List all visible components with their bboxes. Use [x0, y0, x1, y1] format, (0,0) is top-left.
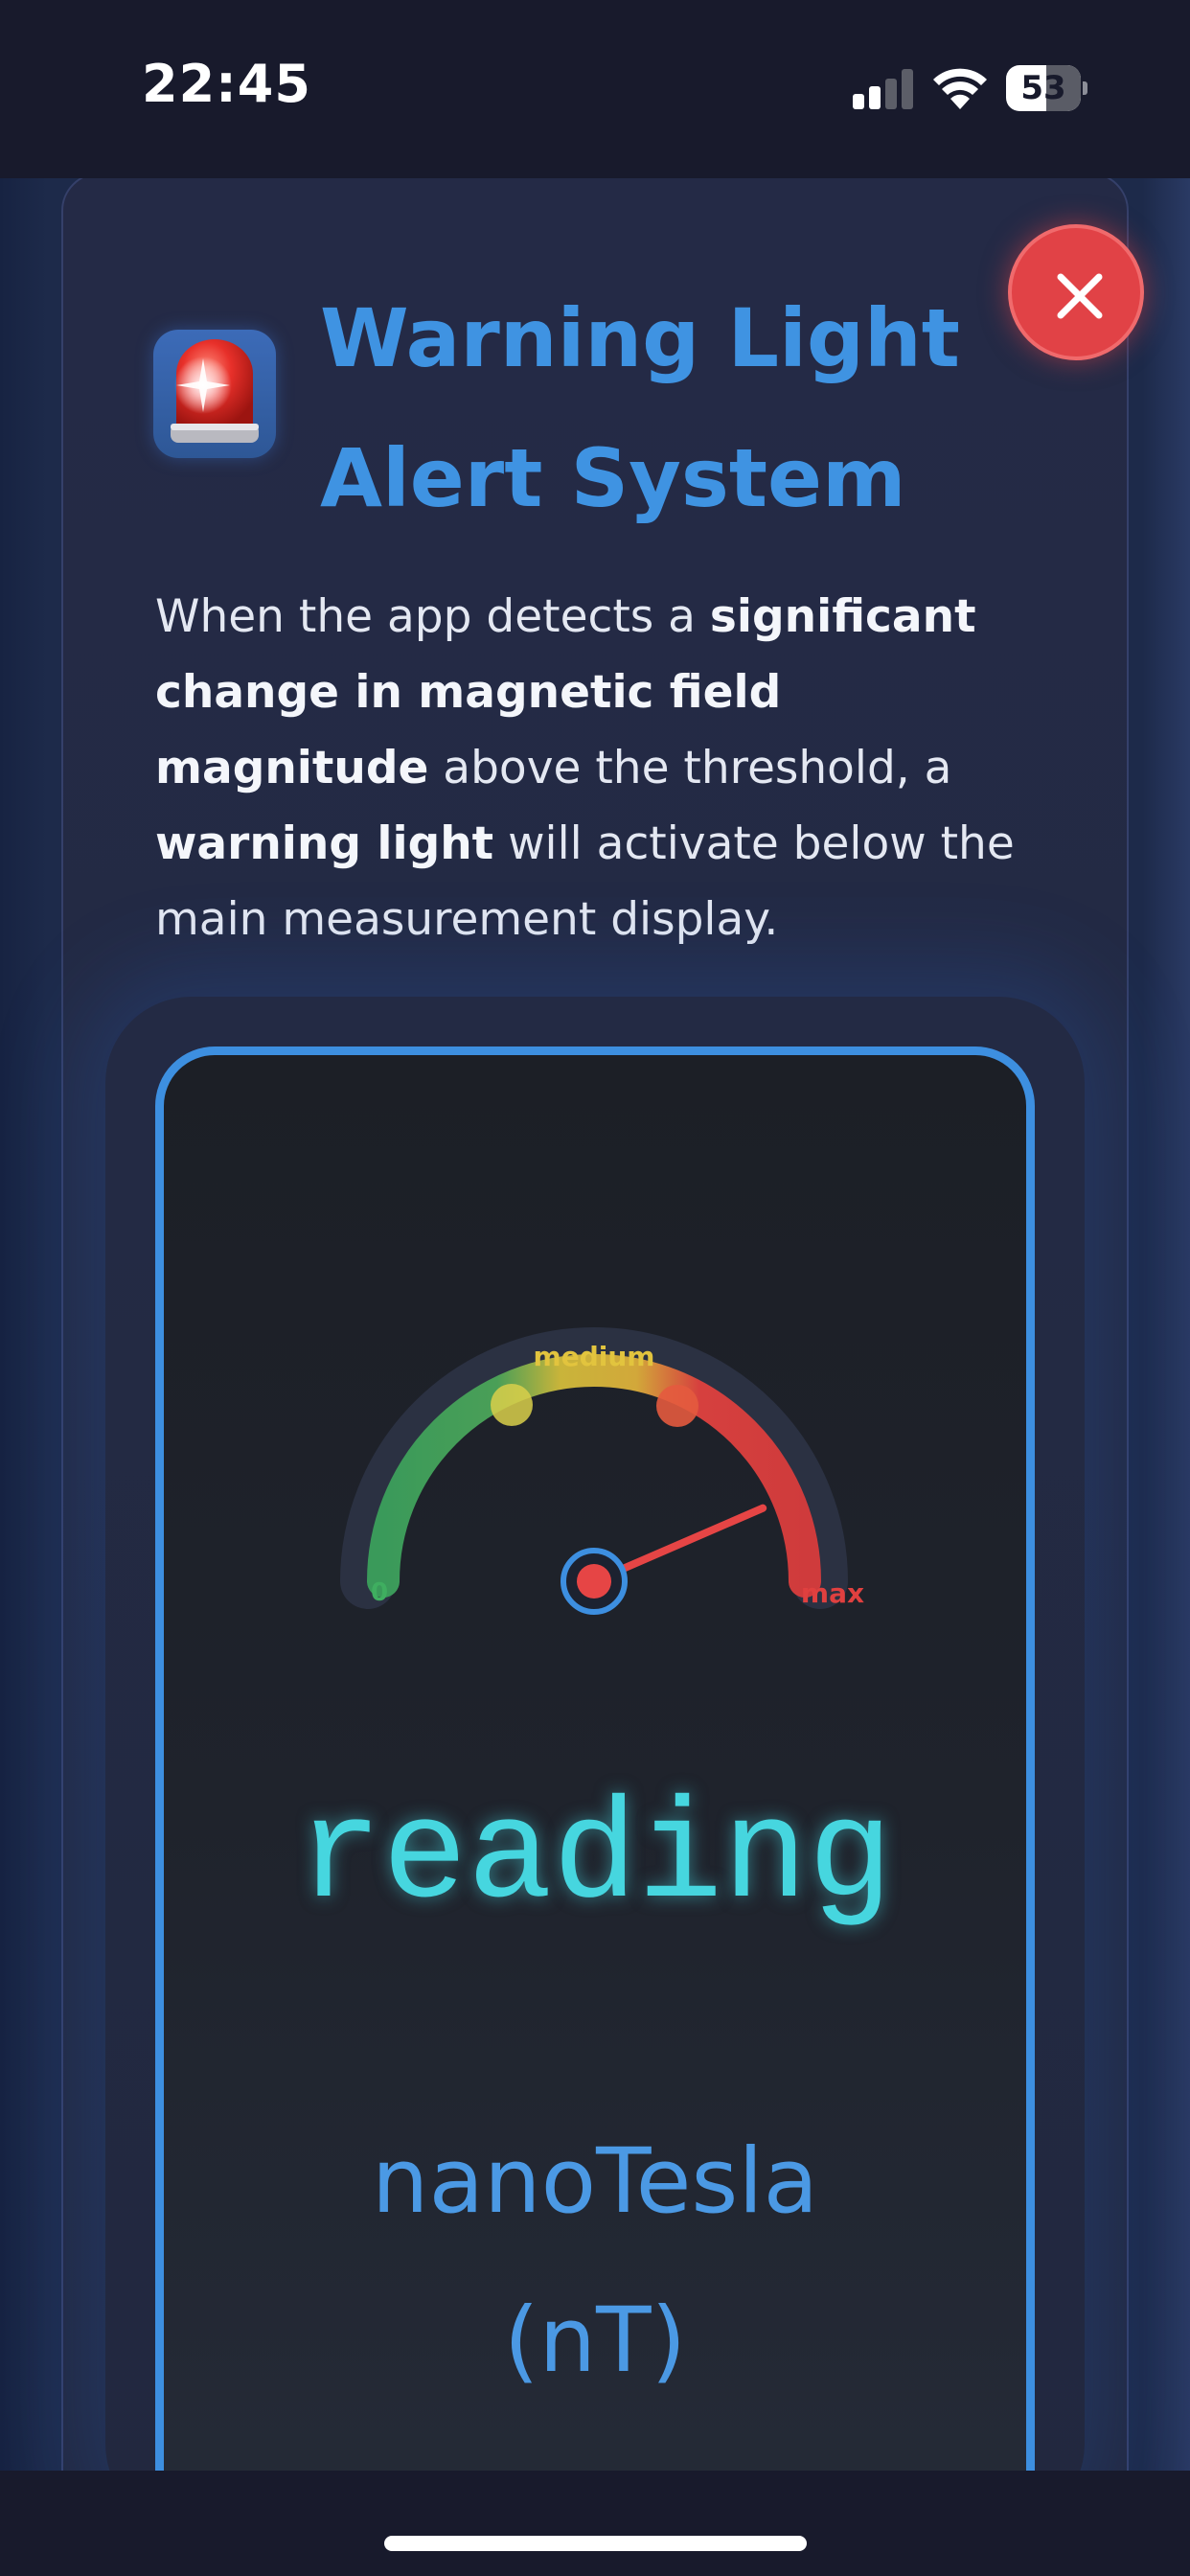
battery-icon: 53 [1006, 65, 1087, 111]
unit-label-line-2: (nT) [503, 2288, 687, 2393]
signal-icon [853, 69, 914, 109]
gauge-marker-medium-low [491, 1384, 533, 1426]
close-button[interactable] [1008, 224, 1144, 360]
status-time: 22:45 [142, 54, 311, 114]
unit-label-line-1: nanoTesla [371, 2129, 819, 2234]
reading-value: reading [297, 1779, 893, 1939]
gauge-mid-label: medium [534, 1341, 655, 1372]
gauge-marker-medium-high [656, 1385, 698, 1427]
home-indicator[interactable] [384, 2536, 807, 2551]
gauge-max-label: max [801, 1577, 864, 1609]
wifi-icon [933, 67, 987, 109]
gauge-hub [577, 1564, 611, 1598]
status-bar: 22:45 53 [0, 0, 1190, 178]
gauge-track [340, 1327, 848, 1609]
close-icon [1057, 273, 1103, 319]
battery-level-text: 53 [1020, 69, 1066, 107]
gauge-min-label: 0 [371, 1578, 388, 1607]
home-indicator-area [0, 2471, 1190, 2576]
